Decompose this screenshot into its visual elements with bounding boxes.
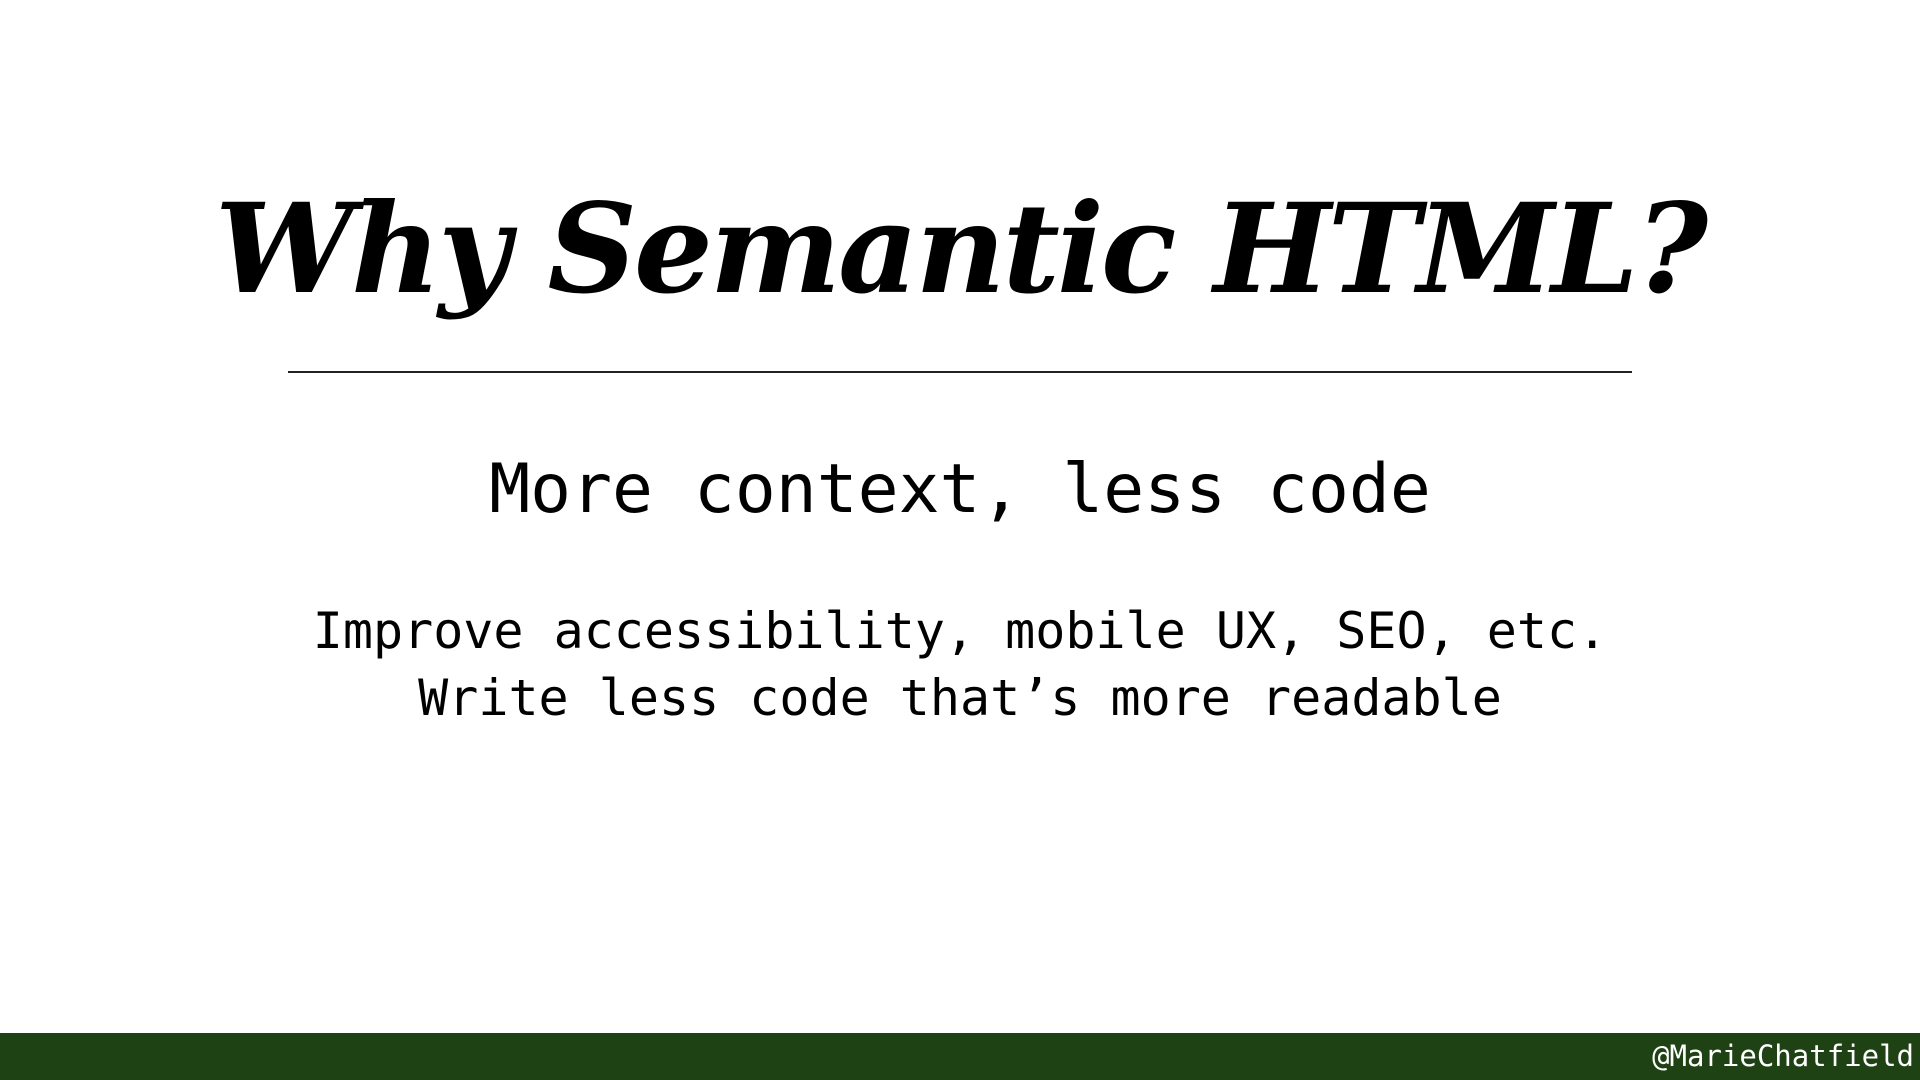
point-readable-code: Write less code that’s more readable: [418, 669, 1502, 727]
point-accessibility: Improve accessibility, mobile UX, SEO, e…: [312, 602, 1608, 660]
slide-title: Why Semantic HTML?: [214, 177, 1708, 322]
bullet-points: Improve accessibility, mobile UX, SEO, e…: [0, 598, 1920, 732]
title-divider: [288, 371, 1632, 373]
slide: Why Semantic HTML? More context, less co…: [0, 0, 1920, 1080]
footer-bar: @MarieChatfield: [0, 1033, 1920, 1080]
author-handle: @MarieChatfield: [1652, 1039, 1914, 1073]
slide-subtitle: More context, less code: [489, 450, 1431, 529]
